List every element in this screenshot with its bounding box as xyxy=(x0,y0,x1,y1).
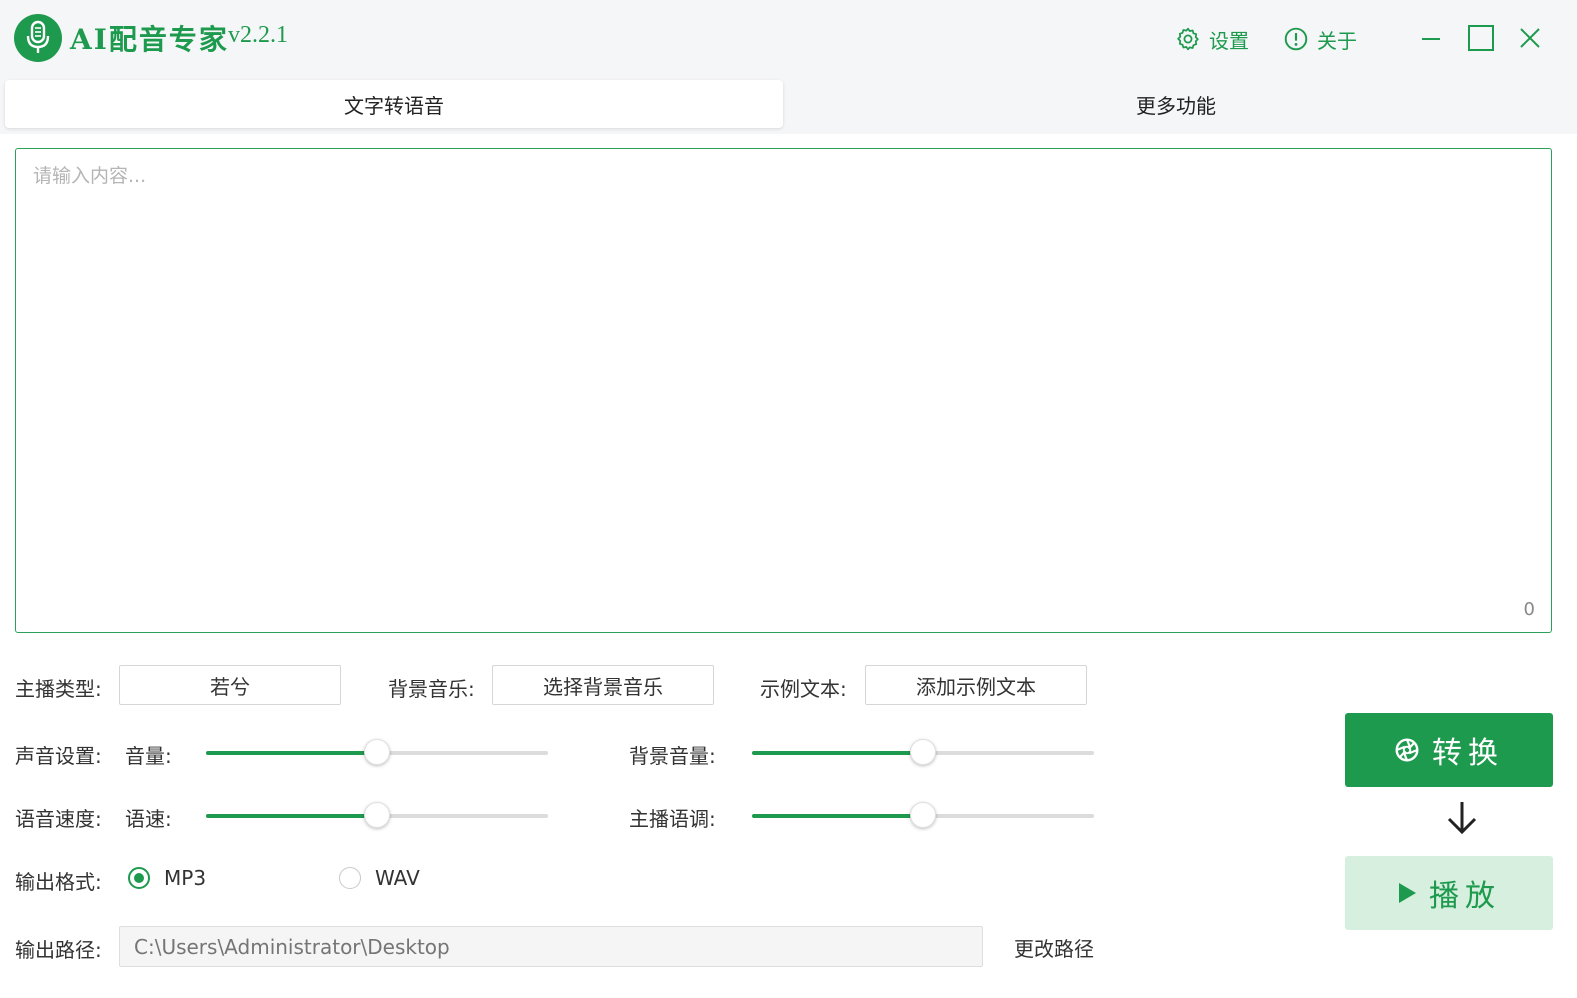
bg-volume-slider-thumb[interactable] xyxy=(910,739,936,765)
radio-checked-icon xyxy=(128,867,150,889)
speed-section-label: 语音速度: xyxy=(15,807,102,831)
maximize-icon xyxy=(1468,25,1494,51)
maximize-button[interactable] xyxy=(1463,20,1499,56)
arrow-down-icon xyxy=(1447,802,1477,835)
text-input[interactable] xyxy=(16,149,1551,632)
minimize-button[interactable] xyxy=(1413,20,1449,56)
play-label: 播放 xyxy=(1429,879,1501,914)
bg-volume-slider[interactable] xyxy=(752,739,1094,767)
app-version: v2.2.1 xyxy=(228,22,288,48)
about-label: 关于 xyxy=(1317,28,1357,53)
bg-music-label: 背景音乐: xyxy=(388,677,475,701)
tab-bar: 文字转语音 更多功能 xyxy=(0,78,1577,134)
speed-label: 语速: xyxy=(125,807,172,831)
close-icon xyxy=(1520,28,1540,48)
play-icon xyxy=(1399,883,1416,903)
title-bar: AI配音专家 v2.2.1 设置 关于 xyxy=(0,0,1577,78)
format-wav-label: WAV xyxy=(375,866,420,890)
convert-label: 转换 xyxy=(1432,736,1504,771)
text-editor: 0 xyxy=(15,148,1552,633)
sample-text-label: 示例文本: xyxy=(760,677,847,701)
tab-more-features[interactable]: 更多功能 xyxy=(787,80,1565,128)
select-bg-music-button[interactable]: 选择背景音乐 xyxy=(492,665,714,705)
char-count: 0 xyxy=(1523,599,1535,620)
sound-settings-label: 声音设置: xyxy=(15,744,102,768)
about-button[interactable]: 关于 xyxy=(1283,24,1357,54)
pitch-slider-thumb[interactable] xyxy=(910,802,936,828)
convert-button[interactable]: 转换 xyxy=(1345,713,1553,787)
speed-slider[interactable] xyxy=(206,802,548,830)
pitch-slider[interactable] xyxy=(752,802,1094,830)
settings-button[interactable]: 设置 xyxy=(1175,24,1249,54)
add-sample-text-button[interactable]: 添加示例文本 xyxy=(865,665,1087,705)
shutter-convert-icon xyxy=(1395,738,1419,762)
bg-volume-label: 背景音量: xyxy=(629,744,716,768)
info-circle-icon xyxy=(1284,27,1308,51)
app-logo-microphone-icon xyxy=(14,14,62,62)
output-path-input[interactable] xyxy=(119,926,983,967)
pitch-label: 主播语调: xyxy=(629,807,716,831)
volume-slider-thumb[interactable] xyxy=(364,739,390,765)
format-mp3-label: MP3 xyxy=(164,866,207,890)
close-button[interactable] xyxy=(1512,20,1548,56)
settings-label: 设置 xyxy=(1209,28,1249,53)
radio-unchecked-icon xyxy=(339,867,361,889)
play-button[interactable]: 播放 xyxy=(1345,856,1553,930)
output-path-label: 输出路径: xyxy=(15,938,102,962)
output-format-label: 输出格式: xyxy=(15,870,102,894)
minimize-icon xyxy=(1422,38,1440,40)
anchor-type-label: 主播类型: xyxy=(15,677,102,701)
anchor-type-select[interactable]: 若兮 xyxy=(119,665,341,705)
change-path-button[interactable]: 更改路径 xyxy=(1014,933,1094,962)
volume-slider[interactable] xyxy=(206,739,548,767)
speed-slider-thumb[interactable] xyxy=(364,802,390,828)
tab-text-to-speech[interactable]: 文字转语音 xyxy=(5,80,783,128)
format-wav-radio[interactable]: WAV xyxy=(339,866,420,890)
gear-icon xyxy=(1177,27,1199,51)
volume-label: 音量: xyxy=(125,744,172,768)
format-mp3-radio[interactable]: MP3 xyxy=(128,866,206,890)
app-name: AI配音专家 xyxy=(70,23,229,56)
